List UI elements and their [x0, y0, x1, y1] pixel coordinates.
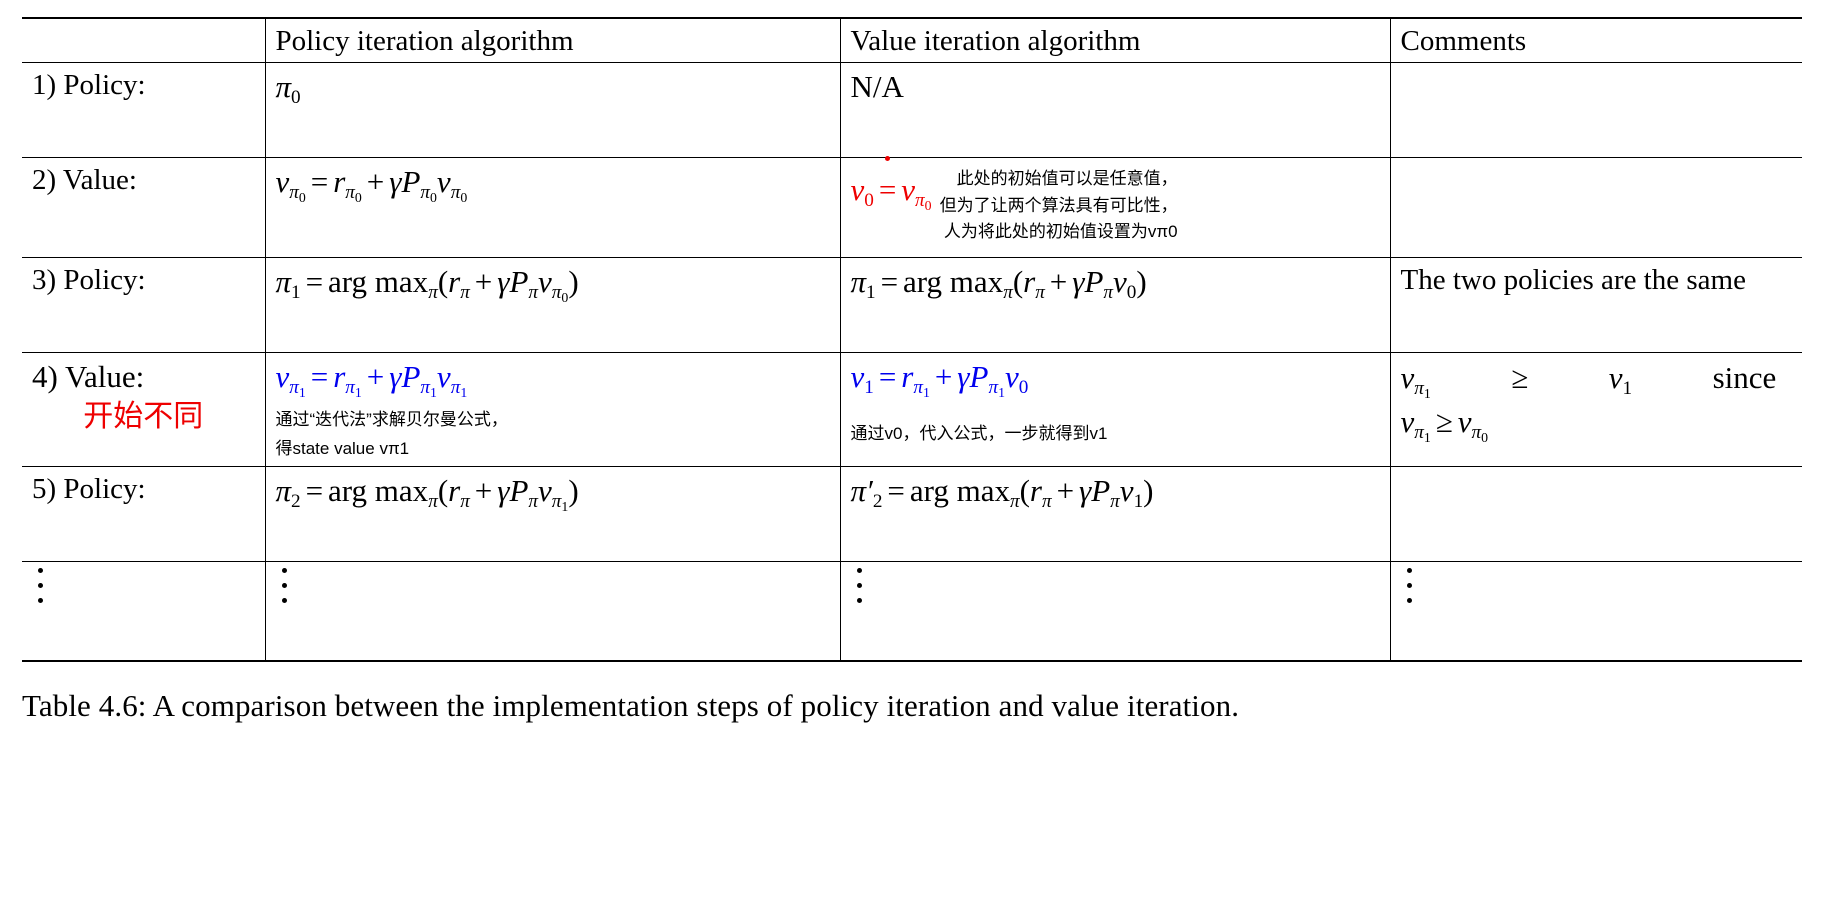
annotation-iterative-solve-line-2: 得state value vπ1: [275, 438, 410, 458]
cell-comments-step-2: [1389, 157, 1802, 259]
header-cell-policy-iteration: Policy iteration algorithm: [264, 17, 840, 64]
cell-value-step-1: N/A: [839, 62, 1390, 159]
row-label-step-1: 1) Policy:: [22, 62, 265, 159]
ellipsis-step: [22, 561, 265, 663]
table-row-policy-3: 3) Policy: π1 = arg maxπ(rπ + γPπvπ0) π1 = arg…: [22, 257, 1802, 354]
cell-policy-step-4: vπ1 = rπ1 + γPπ1vπ1 通过“迭代法”求解贝尔曼公式， 得state v…: [264, 352, 840, 467]
header-cell-comments: Comments: [1389, 17, 1802, 64]
cell-policy-step-1: π0: [264, 62, 840, 159]
header-cell-value-iteration: Value iteration algorithm: [839, 17, 1390, 64]
row-label-step-3: 3) Policy:: [22, 257, 265, 354]
comment-geq-symbol: ≥: [1511, 360, 1529, 396]
annotation-line-2: 但为了让两个算法具有可比性，: [939, 195, 1178, 215]
formula-pi1-argmax-vpi0: π1 = arg maxπ(rπ + γPπvπ0): [275, 264, 579, 306]
cell-comments-step-5: [1389, 466, 1802, 562]
table-caption: Table 4.6: A comparison between the impl…: [22, 688, 1240, 724]
comment-vpi1: vπ1: [1400, 360, 1431, 402]
formula-pi2-argmax-vpi1: π2 = arg maxπ(rπ + γPπvπ1): [275, 472, 579, 514]
annotation-iterative-solve-line-1: 通过“迭代法”求解贝尔曼公式，: [275, 410, 508, 430]
row-label-step-4-text: 4) Value:: [32, 359, 145, 395]
comment-inequality-line-1: vπ1 ≥ v1 since: [1401, 359, 1777, 402]
annotation-line-3: 人为将此处的初始值设置为vπ0: [943, 222, 1178, 242]
row-label-step-2: 2) Value:: [22, 157, 265, 259]
annotation-line-1: 此处的初始值可以是任意值，: [956, 169, 1178, 189]
cell-value-step-4: v1 = rπ1 + γPπ1v0 通过v0，代入公式，一步就得到v1: [839, 352, 1390, 467]
cell-comments-step-1: [1389, 62, 1802, 159]
table-row-value-2: 2) Value: vπ0 = rπ0 + γPπ0vπ0 v0 = vπ0 此处的初始值可…: [22, 156, 1802, 259]
ellipsis-value: [839, 561, 1390, 663]
cell-value-step-3: π1 = arg maxπ(rπ + γPπv0): [839, 257, 1390, 354]
formula-pi2prime-argmax-v1: π′2 = arg maxπ(rπ + γPπv1): [850, 472, 1154, 513]
formula-vpi1-bellman: vπ1 = rπ1 + γPπ1vπ1: [275, 359, 468, 401]
cell-policy-step-3: π1 = arg maxπ(rπ + γPπvπ0): [264, 257, 840, 354]
cell-value-step-2: v0 = vπ0 此处的初始值可以是任意值， 但为了让两个算法具有可比性， 人为将此…: [839, 156, 1390, 259]
cell-policy-step-2: vπ0 = rπ0 + γPπ0vπ0: [264, 157, 840, 259]
formula-v0-doteq-vpi0: v0 = vπ0: [850, 156, 932, 214]
annotation-start-differs: 开始不同: [83, 399, 204, 433]
formula-pi0: π0: [275, 69, 301, 109]
table-header-row: Policy iteration algorithm Value iterati…: [22, 17, 1802, 64]
ellipsis-policy: [264, 561, 840, 663]
comment-inequality-line-2: vπ1 ≥ vπ0: [1400, 403, 1489, 445]
formula-pi1-argmax-v0: π1 = arg maxπ(rπ + γPπv0): [850, 264, 1147, 304]
ellipsis-comments: [1389, 561, 1802, 663]
comparison-table: Policy iteration algorithm Value iterati…: [22, 17, 1802, 663]
formula-na: N/A: [850, 69, 904, 105]
annotation-one-step-note: 通过v0，代入公式，一步就得到v1: [850, 424, 1108, 444]
formula-v1-one-step: v1 = rπ1 + γPπ1v0: [850, 359, 1029, 401]
row-label-step-5: 5) Policy:: [22, 466, 265, 562]
comment-since-word: since: [1712, 360, 1777, 396]
comment-v1: v1: [1608, 360, 1633, 400]
cell-value-step-5: π′2 = arg maxπ(rπ + γPπv1): [839, 466, 1390, 562]
table-row-ellipsis: [22, 561, 1802, 663]
row-label-step-4: 4) Value: 开始不同: [22, 352, 265, 467]
table-row-policy-5: 5) Policy: π2 = arg maxπ(rπ + γPπvπ1) π′2 = ar…: [22, 466, 1802, 562]
cell-comments-step-3: The two policies are the same: [1389, 257, 1802, 354]
table-row-value-4: 4) Value: 开始不同 vπ1 = rπ1 + γPπ1vπ1 通过“迭代法”求解…: [22, 352, 1802, 467]
formula-bellman-pi0: vπ0 = rπ0 + γPπ0vπ0: [275, 164, 468, 206]
cell-comments-step-4: vπ1 ≥ v1 since vπ1 ≥ vπ0: [1389, 352, 1802, 467]
table-row-policy-1: 1) Policy: π0 N/A: [22, 62, 1802, 159]
header-cell-step: [22, 17, 265, 64]
annotation-initial-value-note: 此处的初始值可以是任意值， 但为了让两个算法具有可比性， 人为将此处的初始值设置…: [932, 164, 1178, 245]
document-page: Policy iteration algorithm Value iterati…: [0, 17, 1822, 908]
cell-policy-step-5: π2 = arg maxπ(rπ + γPπvπ1): [264, 466, 840, 562]
